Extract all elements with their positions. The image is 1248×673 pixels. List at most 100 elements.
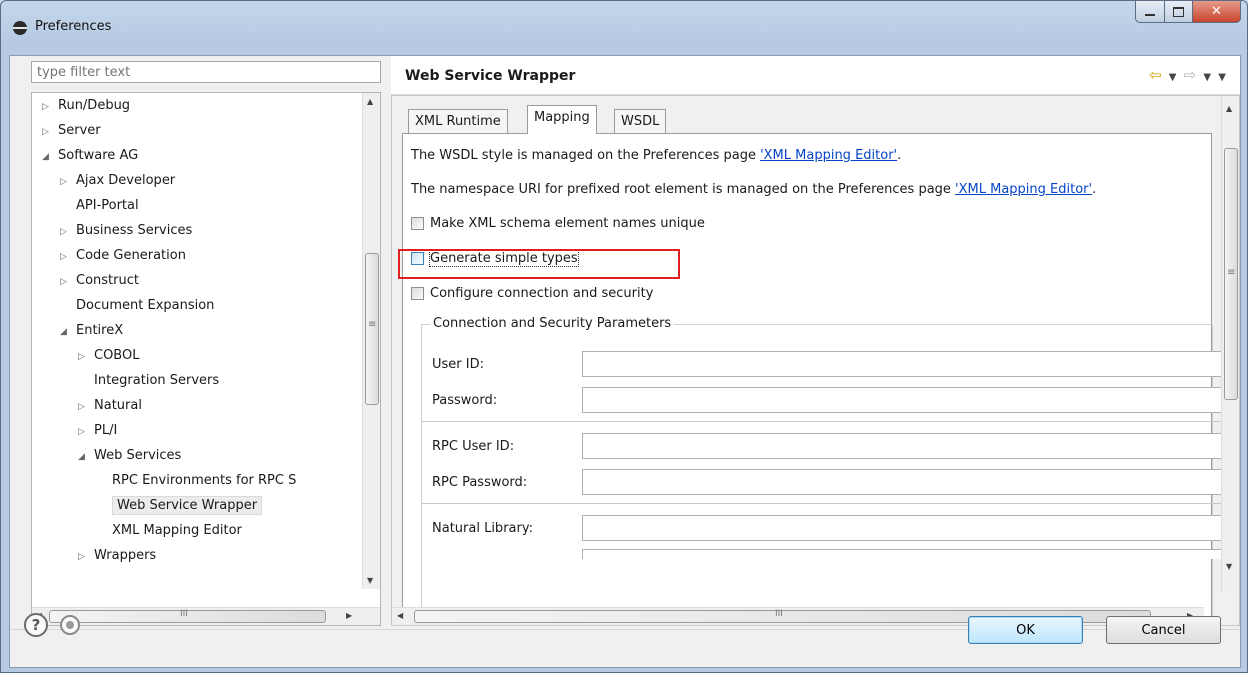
dialog-client-area: ▲ ≡ ▼ ◀ III ▶ ▷Run/Debug▷Server◢Software… bbox=[9, 55, 1241, 668]
wsdl-style-end: . bbox=[897, 148, 902, 163]
page-header: Web Service Wrapper ⇦ ▼ ⇨ ▼ ▼ bbox=[391, 56, 1240, 95]
tree-item-label: RPC Environments for RPC S bbox=[112, 473, 297, 488]
tree-item[interactable]: ◢ Software AG bbox=[42, 145, 138, 167]
expand-arrow-icon[interactable]: ▷ bbox=[78, 346, 94, 368]
scroll-down-arrow-icon[interactable]: ▼ bbox=[1226, 562, 1232, 571]
tree-item[interactable]: API-Portal bbox=[60, 195, 139, 217]
expand-arrow-icon[interactable]: ▷ bbox=[42, 96, 58, 118]
xml-mapping-editor-link-2[interactable]: 'XML Mapping Editor' bbox=[955, 182, 1092, 197]
tree-item[interactable]: ◢ EntireX bbox=[60, 320, 123, 342]
preferences-window: Preferences ✕ ▲ ≡ ▼ ◀ III ▶ ▷Run bbox=[0, 0, 1248, 673]
mapping-tab-content: The WSDL style is managed on the Prefere… bbox=[402, 133, 1222, 625]
page-scroll-thumb[interactable]: ≡ bbox=[1224, 148, 1238, 400]
checkbox-icon[interactable] bbox=[411, 217, 424, 230]
expand-arrow-icon[interactable]: ▷ bbox=[60, 271, 76, 293]
collapse-arrow-icon[interactable]: ◢ bbox=[60, 321, 76, 343]
filter-input[interactable] bbox=[31, 61, 381, 83]
tree-item[interactable]: XML Mapping Editor bbox=[96, 520, 242, 542]
tree-item[interactable]: ▷ Ajax Developer bbox=[60, 170, 175, 192]
expand-arrow-icon[interactable]: ▷ bbox=[78, 396, 94, 418]
scroll-up-arrow-icon[interactable]: ▲ bbox=[1226, 104, 1232, 113]
tree-item-label: Construct bbox=[76, 273, 139, 288]
scroll-right-arrow-icon[interactable]: ▶ bbox=[346, 611, 352, 620]
tree-item-label: API-Portal bbox=[76, 198, 139, 213]
tree-item[interactable]: Document Expansion bbox=[60, 295, 214, 317]
xml-mapping-editor-link[interactable]: 'XML Mapping Editor' bbox=[760, 148, 897, 163]
close-icon: ✕ bbox=[1211, 4, 1222, 19]
tree-item[interactable]: ▷ Wrappers bbox=[78, 545, 156, 567]
checkbox-icon[interactable] bbox=[411, 252, 424, 265]
rpc-user-id-input[interactable] bbox=[582, 433, 1222, 459]
rpc-password-input[interactable] bbox=[582, 469, 1222, 495]
tree-vertical-scrollbar[interactable]: ▲ ≡ ▼ bbox=[362, 93, 380, 589]
tree-item[interactable]: ▷ Business Services bbox=[60, 220, 192, 242]
hthumb-grip-icon: III bbox=[180, 609, 188, 619]
tree-item[interactable]: ◢ Web Services bbox=[78, 445, 181, 467]
user-id-input[interactable] bbox=[582, 351, 1222, 377]
natural-library-label: Natural Library: bbox=[432, 521, 533, 536]
configure-connection-label: Configure connection and security bbox=[430, 286, 654, 301]
tree-item[interactable]: ▷ Server bbox=[42, 120, 101, 142]
connection-security-group: Connection and Security Parameters User … bbox=[421, 316, 1222, 625]
checkbox-icon[interactable] bbox=[411, 287, 424, 300]
scroll-left-arrow-icon[interactable]: ◀ bbox=[397, 611, 403, 620]
ok-button[interactable]: OK bbox=[968, 616, 1083, 644]
rpc-user-id-label: RPC User ID: bbox=[432, 439, 515, 454]
cancel-button[interactable]: Cancel bbox=[1106, 616, 1221, 644]
forward-dropdown-icon[interactable]: ▼ ▼ bbox=[1198, 72, 1228, 83]
collapse-arrow-icon[interactable]: ◢ bbox=[42, 146, 58, 168]
maximize-icon bbox=[1173, 6, 1184, 17]
separator bbox=[422, 503, 1222, 504]
import-export-icon[interactable] bbox=[60, 615, 80, 635]
maximize-button[interactable] bbox=[1165, 1, 1193, 23]
password-input[interactable] bbox=[582, 387, 1222, 413]
minimize-button[interactable] bbox=[1135, 1, 1165, 23]
back-dropdown-icon[interactable]: ▼ bbox=[1164, 72, 1184, 83]
eclipse-icon bbox=[13, 21, 27, 35]
configure-connection-checkbox[interactable]: Configure connection and security bbox=[411, 286, 653, 301]
tab-wsdl[interactable]: WSDL bbox=[614, 109, 667, 133]
tree-item[interactable]: RPC Environments for RPC S bbox=[96, 470, 296, 492]
tree-item[interactable]: Integration Servers bbox=[78, 370, 219, 392]
wsdl-style-info: The WSDL style is managed on the Prefere… bbox=[411, 148, 901, 163]
tree-item-label: Software AG bbox=[58, 148, 139, 163]
help-icon[interactable]: ? bbox=[24, 613, 48, 637]
close-button[interactable]: ✕ bbox=[1193, 1, 1241, 23]
page-vertical-scrollbar[interactable]: ▲ ≡ ▼ bbox=[1221, 96, 1239, 592]
next-input[interactable] bbox=[582, 549, 1222, 559]
tree-item[interactable]: ▷ PL/I bbox=[78, 420, 117, 442]
expand-arrow-icon[interactable]: ▷ bbox=[78, 546, 94, 568]
minimize-icon bbox=[1145, 13, 1155, 16]
unique-names-checkbox[interactable]: Make XML schema element names unique bbox=[411, 216, 705, 231]
simple-types-checkbox[interactable]: Generate simple types bbox=[411, 250, 579, 267]
forward-arrow-icon[interactable]: ⇨ bbox=[1184, 66, 1199, 84]
tree-hscroll-thumb[interactable]: III bbox=[49, 609, 326, 623]
scroll-up-arrow-icon[interactable]: ▲ bbox=[367, 97, 373, 106]
wsdl-style-text: The WSDL style is managed on the Prefere… bbox=[411, 148, 761, 163]
expand-arrow-icon[interactable]: ▷ bbox=[42, 121, 58, 143]
natural-library-input[interactable] bbox=[582, 515, 1222, 541]
tab-folder: XML Runtime Mapping WSDL The WSDL style … bbox=[391, 95, 1240, 626]
tree-item[interactable]: ▷ Construct bbox=[60, 270, 139, 292]
expand-arrow-icon[interactable]: ▷ bbox=[78, 421, 94, 443]
back-arrow-icon[interactable]: ⇦ bbox=[1149, 66, 1164, 84]
tree-item[interactable]: ▷ Natural bbox=[78, 395, 142, 417]
tree-horizontal-scrollbar[interactable]: ◀ III ▶ bbox=[32, 607, 380, 625]
tree-item-label: Server bbox=[58, 123, 101, 138]
collapse-arrow-icon[interactable]: ◢ bbox=[78, 446, 94, 468]
simple-types-label: Generate simple types bbox=[429, 250, 579, 267]
tree-item-label: PL/I bbox=[94, 423, 118, 438]
expand-arrow-icon[interactable]: ▷ bbox=[60, 221, 76, 243]
tree-item[interactable]: ▷ COBOL bbox=[78, 345, 139, 367]
tree-scroll-thumb[interactable]: ≡ bbox=[365, 253, 379, 405]
scroll-down-arrow-icon[interactable]: ▼ bbox=[367, 576, 373, 585]
tree-item[interactable]: ▷ Code Generation bbox=[60, 245, 186, 267]
tab-mapping[interactable]: Mapping bbox=[527, 105, 597, 134]
tree-item[interactable]: Web Service Wrapper bbox=[96, 495, 263, 517]
hthumb-grip-icon: III bbox=[775, 609, 783, 619]
history-nav: ⇦ ▼ ⇨ ▼ ▼ bbox=[1149, 66, 1228, 84]
expand-arrow-icon[interactable]: ▷ bbox=[60, 171, 76, 193]
tree-item[interactable]: ▷ Run/Debug bbox=[42, 95, 130, 117]
expand-arrow-icon[interactable]: ▷ bbox=[60, 246, 76, 268]
tab-xml-runtime[interactable]: XML Runtime bbox=[408, 109, 508, 133]
